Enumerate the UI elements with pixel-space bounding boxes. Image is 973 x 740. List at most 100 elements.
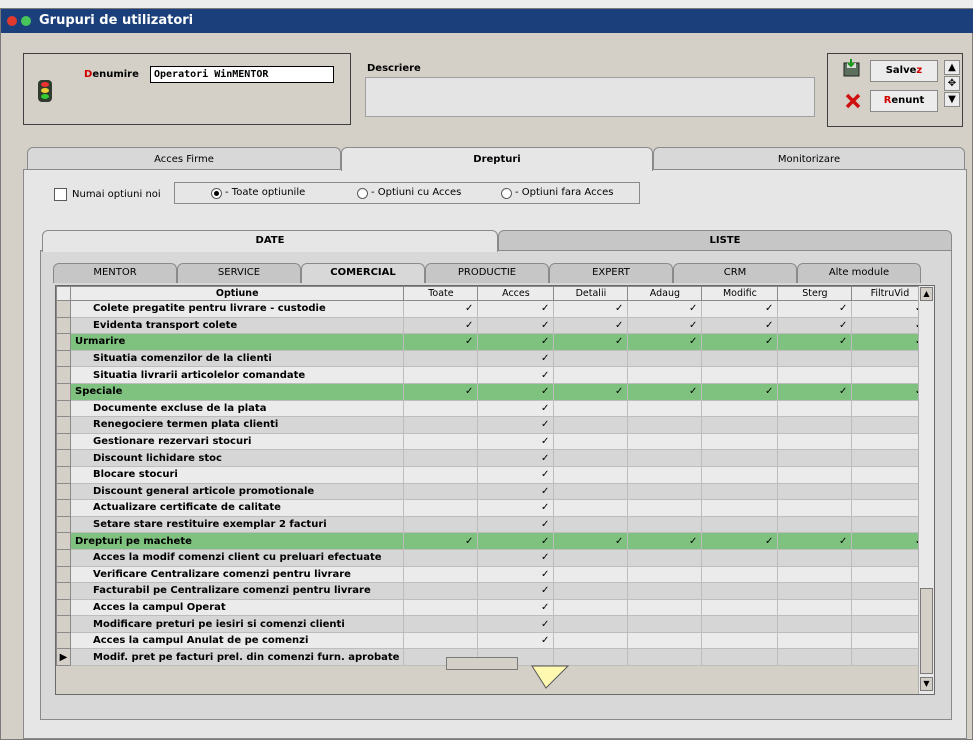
toate-check-cell[interactable]: ✓ — [403, 316, 479, 335]
acces-check-cell[interactable]: ✓ — [477, 615, 555, 633]
sterg-check-cell[interactable] — [777, 349, 853, 368]
adaug-check-cell[interactable] — [627, 515, 703, 534]
detalii-check-cell[interactable] — [553, 399, 629, 418]
filtruvid-check-cell[interactable]: ✓ — [851, 316, 929, 335]
table-row[interactable]: Facturabil pe Centralizare comenzi pentr… — [56, 582, 929, 600]
adaug-check-cell[interactable] — [627, 615, 703, 633]
filtruvid-check-cell[interactable] — [851, 482, 929, 501]
modific-check-cell[interactable] — [701, 615, 779, 633]
rights-grid[interactable]: Optiune Toate Acces Detalii Adaug Modifi… — [55, 285, 935, 695]
sterg-check-cell[interactable] — [777, 366, 853, 384]
row-indicator[interactable] — [56, 366, 71, 384]
adaug-check-cell[interactable] — [627, 349, 703, 368]
detalii-check-cell[interactable] — [553, 615, 629, 633]
maximize-icon[interactable] — [21, 16, 31, 26]
only-new-checkbox[interactable] — [54, 188, 67, 201]
detalii-check-cell[interactable] — [553, 416, 629, 434]
adaug-check-cell[interactable]: ✓ — [627, 532, 703, 550]
adaug-check-cell[interactable] — [627, 548, 703, 567]
sterg-check-cell[interactable]: ✓ — [777, 333, 853, 351]
filtruvid-check-cell[interactable] — [851, 366, 929, 384]
tab-monitorizare[interactable]: Monitorizare — [653, 147, 965, 171]
toate-check-cell[interactable] — [403, 366, 479, 384]
col-modific[interactable]: Modific — [701, 286, 779, 301]
filtruvid-check-cell[interactable] — [851, 399, 929, 418]
tab-acces-firme[interactable]: Acces Firme — [27, 147, 341, 171]
modific-check-cell[interactable] — [701, 416, 779, 434]
toate-check-cell[interactable] — [403, 499, 479, 517]
filtruvid-check-cell[interactable] — [851, 631, 929, 650]
table-row[interactable]: Verificare Centralizare comenzi pentru l… — [56, 565, 929, 584]
col-adaug[interactable]: Adaug — [627, 286, 703, 301]
row-indicator[interactable] — [56, 598, 71, 617]
toate-check-cell[interactable] — [403, 631, 479, 650]
row-indicator[interactable] — [56, 548, 71, 567]
adaug-check-cell[interactable]: ✓ — [627, 300, 703, 318]
col-acces[interactable]: Acces — [477, 286, 555, 301]
toate-check-cell[interactable] — [403, 449, 479, 467]
row-indicator[interactable] — [56, 349, 71, 368]
cancel-button[interactable]: Renunt — [870, 90, 938, 112]
modific-check-cell[interactable] — [701, 366, 779, 384]
toate-check-cell[interactable]: ✓ — [403, 333, 479, 351]
acces-check-cell[interactable]: ✓ — [477, 515, 555, 534]
tab-comercial[interactable]: COMERCIAL — [301, 263, 425, 283]
cell-editor[interactable] — [446, 657, 518, 670]
col-filtruvid[interactable]: FiltruVid — [851, 286, 929, 301]
toate-check-cell[interactable]: ✓ — [403, 300, 479, 318]
filtruvid-check-cell[interactable]: ✓ — [851, 532, 929, 550]
table-row[interactable]: Colete pregatite pentru livrare - custod… — [56, 300, 929, 318]
table-row[interactable]: Situatia comenzilor de la clienti ✓ — [56, 349, 929, 368]
filtruvid-check-cell[interactable]: ✓ — [851, 300, 929, 318]
sterg-check-cell[interactable] — [777, 465, 853, 484]
row-indicator[interactable] — [56, 565, 71, 584]
adaug-check-cell[interactable] — [627, 449, 703, 467]
table-row[interactable]: Acces la campul Operat ✓ — [56, 598, 929, 617]
detalii-check-cell[interactable] — [553, 598, 629, 617]
modific-check-cell[interactable] — [701, 465, 779, 484]
filtruvid-check-cell[interactable]: ✓ — [851, 333, 929, 351]
filtruvid-check-cell[interactable] — [851, 548, 929, 567]
col-detalii[interactable]: Detalii — [553, 286, 629, 301]
modific-check-cell[interactable]: ✓ — [701, 333, 779, 351]
toate-check-cell[interactable]: ✓ — [403, 382, 479, 401]
table-row[interactable]: Modificare preturi pe iesiri si comenzi … — [56, 615, 929, 633]
detalii-check-cell[interactable]: ✓ — [553, 316, 629, 335]
sterg-check-cell[interactable] — [777, 416, 853, 434]
tab-drepturi[interactable]: Drepturi — [341, 147, 653, 171]
toate-check-cell[interactable] — [403, 399, 479, 418]
acces-check-cell[interactable]: ✓ — [477, 532, 555, 550]
adaug-check-cell[interactable] — [627, 499, 703, 517]
acces-check-cell[interactable]: ✓ — [477, 548, 555, 567]
sterg-check-cell[interactable] — [777, 648, 853, 667]
adaug-check-cell[interactable] — [627, 399, 703, 418]
scroll-down-button[interactable]: ▼ — [920, 677, 933, 691]
sterg-check-cell[interactable] — [777, 399, 853, 418]
detalii-check-cell[interactable] — [553, 631, 629, 650]
row-indicator[interactable] — [56, 382, 71, 401]
filtruvid-check-cell[interactable] — [851, 648, 929, 667]
acces-check-cell[interactable]: ✓ — [477, 582, 555, 600]
adaug-check-cell[interactable] — [627, 648, 703, 667]
modific-check-cell[interactable] — [701, 432, 779, 451]
row-indicator[interactable] — [56, 482, 71, 501]
sterg-check-cell[interactable] — [777, 482, 853, 501]
acces-check-cell[interactable]: ✓ — [477, 382, 555, 401]
detalii-check-cell[interactable]: ✓ — [553, 300, 629, 318]
scroll-up-button[interactable]: ▲ — [920, 287, 933, 301]
acces-check-cell[interactable]: ✓ — [477, 432, 555, 451]
table-row[interactable]: Blocare stocuri ✓ — [56, 465, 929, 484]
tab-mentor[interactable]: MENTOR — [53, 263, 177, 283]
filtruvid-check-cell[interactable]: ✓ — [851, 382, 929, 401]
sterg-check-cell[interactable] — [777, 515, 853, 534]
filtruvid-check-cell[interactable] — [851, 416, 929, 434]
modific-check-cell[interactable] — [701, 399, 779, 418]
row-indicator[interactable] — [56, 316, 71, 335]
table-row[interactable]: Documente excluse de la plata ✓ — [56, 399, 929, 418]
row-indicator[interactable] — [56, 300, 71, 318]
table-row[interactable]: Discount general articole promotionale ✓ — [56, 482, 929, 501]
modific-check-cell[interactable] — [701, 582, 779, 600]
move-up-button[interactable]: ▲ — [944, 60, 960, 75]
tab-productie[interactable]: PRODUCTIE — [425, 263, 549, 283]
tab-liste[interactable]: LISTE — [498, 230, 952, 252]
